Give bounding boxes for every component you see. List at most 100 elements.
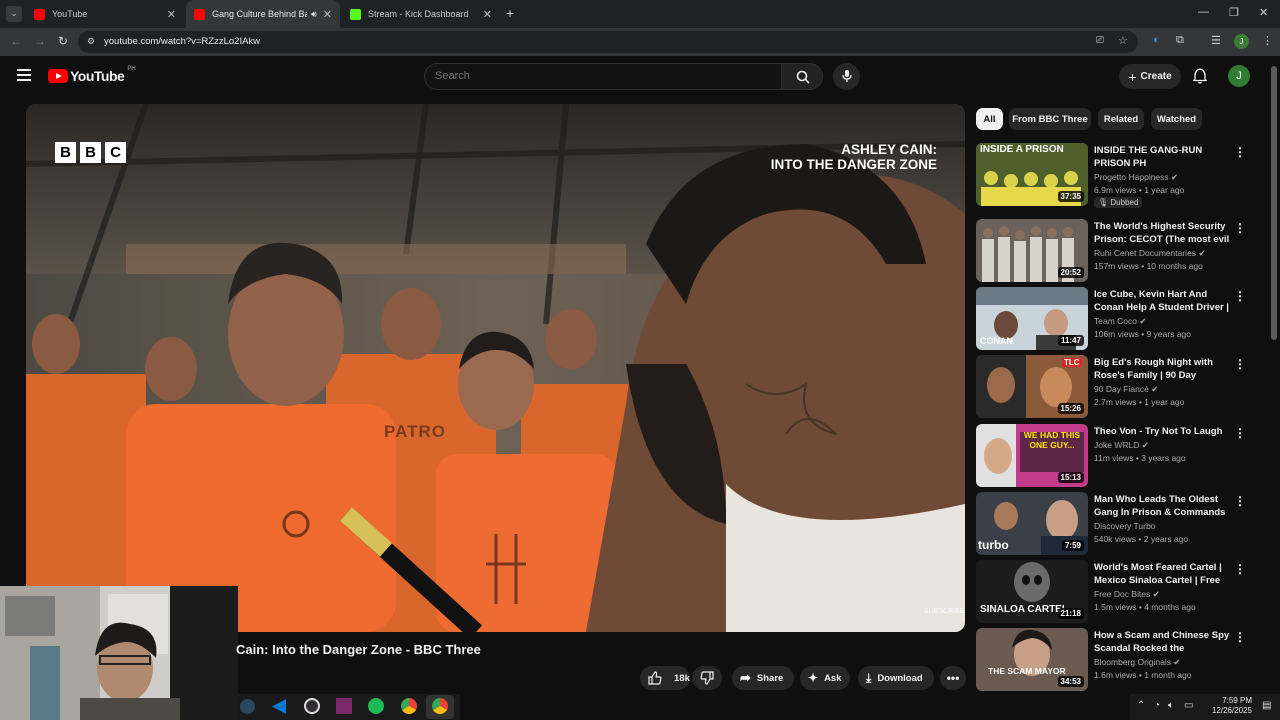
video-thumbnail[interactable]: WE HAD THIS ONE GUY... 15:13 — [976, 424, 1088, 487]
create-button[interactable]: + Create — [1119, 64, 1181, 89]
voice-search-button[interactable] — [833, 63, 860, 90]
spotify-icon[interactable] — [368, 698, 384, 714]
close-window-icon[interactable]: ✕ — [1259, 6, 1268, 19]
video-thumbnail[interactable]: turbo 7:59 — [976, 492, 1088, 555]
chip-from-bbc-three[interactable]: From BBC Three — [1009, 108, 1091, 130]
video-thumbnail[interactable]: 20:52 — [976, 219, 1088, 282]
back-icon[interactable]: ← — [10, 34, 22, 48]
address-bar[interactable]: ⚙ youtube.com/watch?v=RZzzLo2IAkw ⎚ ☆ — [78, 31, 1138, 53]
profile-avatar[interactable]: J — [1234, 34, 1249, 49]
recommendation-title[interactable]: How a Scam and Chinese Spy Scandal Rocke… — [1094, 629, 1230, 656]
search-button[interactable] — [781, 63, 823, 90]
more-vertical-icon[interactable]: ⋮ — [1234, 221, 1246, 235]
obs-icon[interactable] — [304, 698, 320, 714]
recommendation-item[interactable]: THE SCAM MAYOR 34:53 How a Scam and Chin… — [976, 628, 1256, 692]
video-thumbnail[interactable]: INSIDE A PRISON 37:35 — [976, 143, 1088, 206]
channel-name[interactable]: Bloomberg Originals ✔ — [1094, 657, 1181, 668]
vscode-icon[interactable] — [272, 699, 286, 714]
recommendation-title[interactable]: Theo Von - Try Not To Laugh — [1094, 425, 1230, 438]
video-thumbnail[interactable]: THE SCAM MAYOR 34:53 — [976, 628, 1088, 691]
recommendation-item[interactable]: SINALOA CARTEL 21:18 World's Most Feared… — [976, 560, 1256, 624]
close-tab-icon[interactable]: ✕ — [167, 8, 176, 21]
recommendation-title[interactable]: Ice Cube, Kevin Hart And Conan Help A St… — [1094, 288, 1230, 315]
notifications-center-icon[interactable]: ▤ — [1262, 700, 1271, 711]
video-player[interactable]: B B C ASHLEY CAIN: INTO THE DANGER ZONE … — [26, 104, 965, 632]
install-app-icon[interactable]: ⎚ — [1096, 35, 1104, 46]
tray-chevron-up-icon[interactable]: ⌃ — [1137, 700, 1145, 711]
youtube-logo[interactable]: YouTube PH — [48, 66, 136, 84]
speaker-icon[interactable]: 🔊︎ — [311, 9, 317, 20]
extension-audio-icon[interactable]: ◖ — [1152, 34, 1159, 46]
more-actions-button[interactable]: ••• — [940, 666, 966, 690]
channel-name[interactable]: 90 Day Fiancé ✔ — [1094, 384, 1158, 395]
recommendation-item[interactable]: TLC 15:26 Big Ed's Rough Night with Rose… — [976, 355, 1256, 419]
account-avatar[interactable]: J — [1228, 65, 1250, 87]
video-thumbnail[interactable]: CONAN 11:47 — [976, 287, 1088, 350]
minimize-icon[interactable]: — — [1198, 6, 1209, 18]
channel-name[interactable]: Joke WRLD ✔ — [1094, 440, 1149, 451]
browser-tab-kick[interactable]: Stream - Kick Dashboard ✕ — [342, 0, 500, 28]
like-button[interactable]: 18k — [640, 666, 690, 690]
more-vertical-icon[interactable]: ⋮ — [1234, 630, 1246, 644]
channel-name[interactable]: Progetto Happiness ✔ — [1094, 172, 1178, 183]
more-vertical-icon[interactable]: ⋮ — [1234, 426, 1246, 440]
wifi-icon[interactable]: ◔ — [1154, 700, 1160, 711]
channel-name[interactable]: Discovery Turbo — [1094, 521, 1155, 531]
reading-list-icon[interactable]: ☰ — [1211, 34, 1221, 47]
recommendation-item[interactable]: INSIDE A PRISON 37:35 INSIDE THE GANG-RU… — [976, 143, 1256, 208]
chrome-icon[interactable] — [401, 698, 417, 714]
chrome-active-icon[interactable] — [426, 695, 454, 719]
recommendation-item[interactable]: WE HAD THIS ONE GUY... 15:13 Theo Von - … — [976, 424, 1256, 488]
notifications-bell-icon[interactable] — [1192, 68, 1208, 89]
recommendation-title[interactable]: World's Most Feared Cartel | Mexico Sina… — [1094, 561, 1230, 588]
more-vertical-icon[interactable]: ⋮ — [1234, 494, 1246, 508]
site-info-icon[interactable]: ⚙ — [87, 36, 95, 47]
channel-name[interactable]: Free Doc Bites ✔ — [1094, 589, 1160, 600]
tab-search-icon[interactable]: ⌄ — [6, 6, 22, 22]
recommendation-title[interactable]: Big Ed's Rough Night with Rose's Family … — [1094, 356, 1230, 383]
clock[interactable]: 7:59 PM 12/26/2025 — [1198, 696, 1252, 716]
browser-tab-youtube[interactable]: YouTube ✕ — [26, 0, 184, 28]
youtube-masthead: YouTube PH + Create J — [0, 56, 1280, 100]
bookmark-star-icon[interactable]: ☆ — [1118, 34, 1128, 47]
recommendation-title[interactable]: The World's Highest Security Prison: CEC… — [1094, 220, 1230, 247]
channel-name[interactable]: Team Coco ✔ — [1094, 316, 1147, 327]
reload-icon[interactable]: ↻ — [58, 34, 68, 48]
download-button[interactable]: ⤓ Download — [858, 666, 934, 690]
more-vertical-icon[interactable]: ⋮ — [1234, 357, 1246, 371]
vegas-icon[interactable] — [336, 698, 352, 714]
chip-all[interactable]: All — [976, 108, 1003, 130]
page-scrollbar[interactable] — [1271, 66, 1277, 340]
ask-button[interactable]: ✦ Ask — [800, 666, 850, 690]
bbc-letter: B — [55, 142, 76, 163]
hamburger-menu-icon[interactable] — [17, 69, 31, 81]
more-vertical-icon[interactable]: ⋮ — [1234, 145, 1246, 159]
search-input[interactable] — [435, 70, 765, 82]
browser-menu-icon[interactable]: ⋮ — [1262, 34, 1273, 47]
share-button[interactable]: ➦ Share — [732, 666, 794, 690]
network-icon[interactable]: ▭ — [1184, 700, 1193, 711]
close-tab-icon[interactable]: ✕ — [483, 8, 492, 21]
chip-related[interactable]: Related — [1098, 108, 1144, 130]
more-vertical-icon[interactable]: ⋮ — [1234, 562, 1246, 576]
restore-icon[interactable]: ❐ — [1229, 6, 1239, 19]
volume-icon[interactable]: 🔈︎ — [1168, 700, 1174, 711]
extensions-puzzle-icon[interactable]: ⧉ — [1176, 34, 1184, 47]
channel-name[interactable]: Ruhi Cenet Documentaries ✔ — [1094, 248, 1206, 259]
recommendation-title[interactable]: Man Who Leads The Oldest Gang In Prison … — [1094, 493, 1230, 520]
steam-icon[interactable] — [240, 699, 255, 714]
recommendation-item[interactable]: 20:52 The World's Highest Security Priso… — [976, 219, 1256, 283]
more-vertical-icon[interactable]: ⋮ — [1234, 289, 1246, 303]
recommendation-title[interactable]: INSIDE THE GANG-RUN PRISON PH — [1094, 144, 1230, 170]
dislike-button[interactable] — [692, 666, 722, 690]
new-tab-icon[interactable]: + — [506, 5, 514, 21]
close-tab-icon[interactable]: ✕ — [323, 8, 332, 21]
browser-tab-gang-culture[interactable]: Gang Culture Behind Bars | 🔊︎ ✕ — [186, 0, 340, 28]
subscribe-watermark[interactable]: SUBSCRIBE — [924, 608, 964, 615]
recommendation-item[interactable]: CONAN 11:47 Ice Cube, Kevin Hart And Con… — [976, 287, 1256, 351]
forward-icon[interactable]: → — [34, 34, 46, 48]
chip-watched[interactable]: Watched — [1151, 108, 1202, 130]
video-thumbnail[interactable]: SINALOA CARTEL 21:18 — [976, 560, 1088, 623]
video-thumbnail[interactable]: TLC 15:26 — [976, 355, 1088, 418]
recommendation-item[interactable]: turbo 7:59 Man Who Leads The Oldest Gang… — [976, 492, 1256, 556]
